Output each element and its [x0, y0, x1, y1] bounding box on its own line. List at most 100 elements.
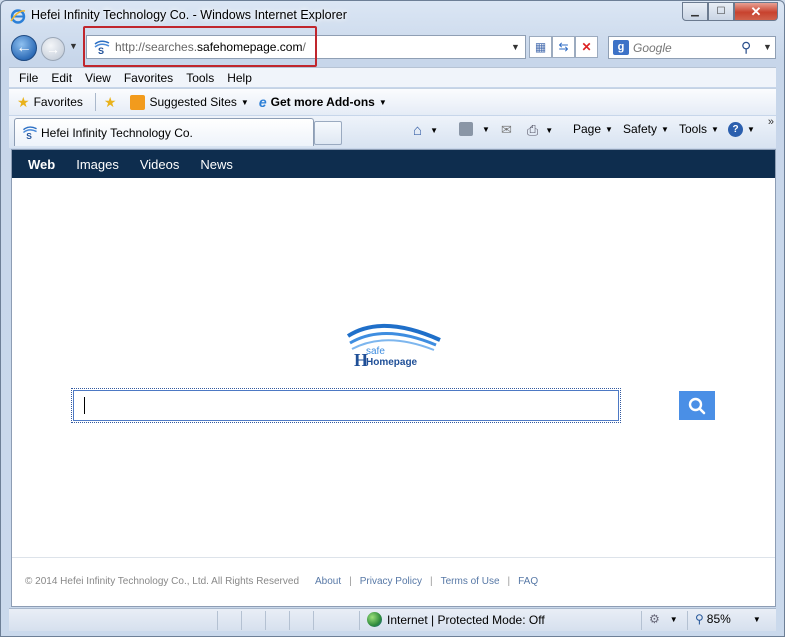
star-icon: ★	[17, 93, 30, 110]
chevron-down-icon: ▼	[661, 124, 669, 134]
add-to-favorites-bar-button[interactable]: ★	[104, 94, 121, 111]
favorites-button[interactable]: ★ Favorites	[17, 94, 83, 111]
help-icon: ?	[728, 122, 743, 137]
print-button[interactable]: ⎙ ▼	[527, 122, 553, 139]
tab-command-bar: S Hefei Infinity Technology Co. ⌂ ▼ ▼ ✉ …	[9, 116, 776, 148]
nav-news[interactable]: News	[200, 157, 233, 172]
copyright-text: © 2014 Hefei Infinity Technology Co., Lt…	[25, 576, 299, 587]
window-title: Hefei Infinity Technology Co. - Windows …	[31, 8, 347, 22]
read-mail-button[interactable]: ✉	[501, 122, 512, 138]
chevron-down-icon: ▼	[669, 614, 678, 624]
ie-addons-icon: e	[258, 94, 267, 110]
address-dropdown-icon[interactable]: ▼	[511, 42, 520, 52]
page-footer: © 2014 Hefei Infinity Technology Co., Lt…	[25, 576, 538, 587]
footer-divider	[12, 557, 775, 558]
text-cursor	[84, 397, 85, 414]
new-tab-button[interactable]	[314, 121, 342, 145]
zoom-control[interactable]: ⚲ 85% ▼	[695, 612, 761, 626]
rss-feed-icon	[459, 122, 473, 136]
chevron-down-icon: ▼	[545, 126, 554, 135]
site-nav-bar: Web Images Videos News	[12, 150, 775, 178]
status-divider	[687, 611, 688, 630]
chevron-down-icon: ▼	[482, 124, 490, 134]
footer-link-terms[interactable]: Terms of Use	[441, 576, 500, 587]
tab-title: Hefei Infinity Technology Co.	[41, 126, 193, 140]
home-button[interactable]: ⌂ ▼	[413, 122, 438, 139]
main-search-input[interactable]	[71, 388, 621, 423]
compatibility-view-icon[interactable]: ▦	[529, 36, 552, 58]
browser-window: Hefei Infinity Technology Co. - Windows …	[0, 0, 785, 637]
safety-menu[interactable]: Safety ▼	[623, 122, 669, 136]
printer-icon: ⎙	[527, 122, 539, 138]
status-bar: Internet | Protected Mode: Off ⚙ ▼ ⚲ 85%…	[9, 608, 776, 631]
maximize-button[interactable]: ☐	[708, 2, 734, 21]
menu-file[interactable]: File	[19, 71, 38, 85]
footer-link-about[interactable]: About	[315, 576, 341, 587]
suggested-sites-icon	[130, 94, 146, 110]
svg-text:Homepage: Homepage	[366, 357, 418, 368]
menu-favorites[interactable]: Favorites	[124, 71, 173, 85]
nav-images[interactable]: Images	[76, 157, 119, 172]
search-button[interactable]	[679, 391, 715, 420]
suggested-sites-button[interactable]: Suggested Sites ▼	[130, 94, 249, 110]
chevron-down-icon: ▼	[430, 126, 438, 135]
get-addons-button[interactable]: e Get more Add-ons ▼	[259, 94, 387, 110]
chevron-down-icon: ▼	[711, 124, 719, 134]
add-favorite-icon: ★	[103, 93, 117, 110]
security-zone[interactable]: Internet | Protected Mode: Off	[367, 612, 545, 627]
footer-separator: |	[507, 576, 511, 587]
status-divider	[359, 611, 360, 630]
search-icon[interactable]: ⚲	[741, 39, 751, 56]
search-placeholder: Google	[633, 41, 672, 55]
svg-text:safe: safe	[366, 346, 385, 357]
footer-separator: |	[349, 576, 352, 587]
chevron-down-icon: ▼	[752, 614, 761, 624]
help-menu[interactable]: ? ▼	[728, 122, 755, 137]
address-actions: ▦ ⇆ ✕	[529, 36, 598, 58]
svg-text:S: S	[26, 131, 32, 140]
google-icon: g	[613, 40, 629, 55]
stop-icon[interactable]: ✕	[575, 36, 598, 58]
mail-icon: ✉	[501, 122, 512, 137]
ie-logo-icon	[10, 9, 26, 24]
back-button[interactable]: ←	[11, 35, 37, 61]
magnifier-icon	[688, 397, 706, 414]
menu-view[interactable]: View	[85, 71, 111, 85]
divider	[94, 93, 96, 111]
status-divider	[217, 611, 218, 630]
suggested-sites-label: Suggested Sites	[149, 95, 237, 109]
status-divider	[289, 611, 290, 630]
status-divider	[313, 611, 314, 630]
footer-link-faq[interactable]: FAQ	[518, 576, 538, 587]
more-commands-chevron-icon[interactable]: »	[768, 116, 774, 128]
settings-gear-icon: ⚙	[649, 612, 660, 626]
favorites-label: Favorites	[33, 95, 83, 109]
page-menu-label: Page	[573, 122, 602, 136]
globe-icon	[367, 612, 382, 627]
footer-link-privacy[interactable]: Privacy Policy	[360, 576, 422, 587]
search-options-dropdown-icon[interactable]: ▼	[763, 42, 772, 52]
search-provider-box[interactable]: g Google ⚲ ▼	[608, 36, 776, 59]
chevron-down-icon: ▼	[747, 125, 755, 134]
close-window-button[interactable]: ✕	[734, 2, 778, 21]
tools-menu[interactable]: Tools ▼	[679, 122, 719, 136]
get-addons-label: Get more Add-ons	[270, 95, 375, 109]
footer-separator: |	[430, 576, 433, 587]
feeds-button[interactable]: ▼	[459, 122, 490, 136]
site-favicon-icon: S	[22, 126, 37, 140]
menu-edit[interactable]: Edit	[51, 71, 72, 85]
nav-web[interactable]: Web	[28, 157, 55, 172]
popup-blocker-button[interactable]: ⚙ ▼	[649, 612, 678, 626]
forward-button[interactable]: →	[41, 37, 65, 61]
menu-help[interactable]: Help	[227, 71, 252, 85]
tools-menu-label: Tools	[679, 122, 708, 136]
nav-videos[interactable]: Videos	[140, 157, 180, 172]
page-menu[interactable]: Page ▼	[573, 122, 613, 136]
minimize-button[interactable]: ▁	[682, 2, 708, 21]
status-divider	[641, 611, 642, 630]
tab-current[interactable]: S Hefei Infinity Technology Co.	[14, 118, 314, 146]
refresh-icon[interactable]: ⇆	[552, 36, 575, 58]
chevron-down-icon: ▼	[605, 124, 613, 134]
recent-pages-dropdown-icon[interactable]: ▼	[69, 41, 78, 51]
menu-tools[interactable]: Tools	[186, 71, 214, 85]
